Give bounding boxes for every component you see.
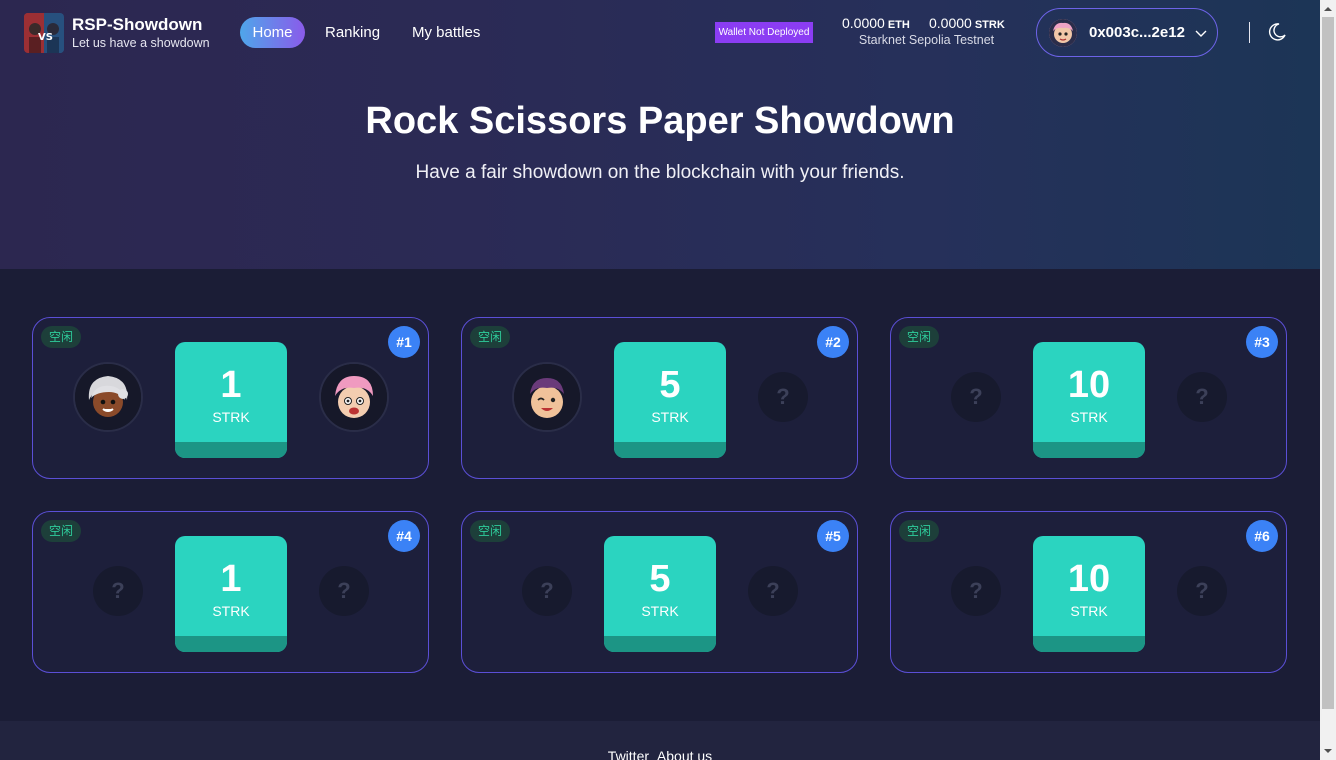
nav-divider	[1249, 22, 1250, 43]
empty-player-slot[interactable]: ?	[951, 566, 1001, 616]
stake-amount-tile[interactable]: 1 STRK	[175, 342, 287, 458]
room-number: #4	[388, 520, 420, 552]
logo-art: VS	[24, 13, 64, 53]
player-avatar-left[interactable]	[73, 362, 143, 432]
stake-tile-base	[614, 442, 726, 458]
room-number: #5	[817, 520, 849, 552]
scroll-up-arrow-icon[interactable]	[1323, 4, 1333, 14]
stake-amount: 5	[649, 558, 671, 600]
logo-image[interactable]: VS	[24, 13, 64, 53]
strk-balance: 0.0000 STRK	[929, 15, 1005, 31]
network-label: Starknet Sepolia Testnet	[858, 33, 995, 47]
rooms-section: 空闲 #1 1 STRK 空闲 #2 5 STRK ? 空闲 #3 ? 10 S…	[0, 269, 1320, 721]
scrollbar-thumb[interactable]	[1322, 17, 1334, 709]
stake-amount: 10	[1067, 558, 1111, 600]
room-number: #2	[817, 326, 849, 358]
wallet-status-badge: Wallet Not Deployed	[715, 22, 813, 43]
nav-ranking[interactable]: Ranking	[325, 17, 380, 48]
nav-home[interactable]: Home	[240, 17, 305, 48]
empty-player-slot[interactable]: ?	[1177, 372, 1227, 422]
stake-amount-tile[interactable]: 1 STRK	[175, 536, 287, 652]
brand-subtitle: Let us have a showdown	[72, 36, 210, 50]
avatar	[1049, 19, 1077, 47]
footer-links: Twitter About us	[0, 748, 1320, 760]
strk-unit: STRK	[974, 19, 1005, 31]
status-badge: 空闲	[470, 326, 511, 348]
empty-player-slot[interactable]: ?	[748, 566, 798, 616]
empty-player-slot[interactable]: ?	[319, 566, 369, 616]
room-number: #1	[388, 326, 420, 358]
eth-balance-value: 0.0000	[842, 15, 885, 31]
top-nav: VS RSP-Showdown Let us have a showdown H…	[0, 0, 1320, 66]
scroll-down-arrow-icon[interactable]	[1323, 746, 1333, 756]
stake-currency: STRK	[651, 409, 689, 425]
nav-my-battles[interactable]: My battles	[412, 17, 480, 48]
stake-amount: 1	[220, 364, 242, 406]
footer-link-about[interactable]: About us	[657, 748, 712, 760]
stake-tile-base	[1033, 442, 1145, 458]
svg-text:VS: VS	[38, 32, 53, 43]
stake-currency: STRK	[212, 603, 250, 619]
avatar-art	[1049, 19, 1077, 47]
empty-player-slot[interactable]: ?	[951, 372, 1001, 422]
footer-link-twitter[interactable]: Twitter	[608, 748, 649, 760]
player-pink-hair-avatar	[321, 364, 387, 430]
status-badge: 空闲	[899, 326, 940, 348]
stake-currency: STRK	[212, 409, 250, 425]
stake-amount: 10	[1067, 364, 1111, 406]
stake-amount-tile[interactable]: 10 STRK	[1033, 536, 1145, 652]
stake-tile-base	[175, 442, 287, 458]
stake-tile-base	[175, 636, 287, 652]
eth-balance: 0.0000 ETH	[842, 15, 910, 31]
stake-amount-tile[interactable]: 10 STRK	[1033, 342, 1145, 458]
stake-currency: STRK	[1070, 603, 1108, 619]
moon-icon[interactable]	[1266, 21, 1288, 43]
stake-amount: 5	[659, 364, 681, 406]
room-card-2[interactable]: 空闲 #2 5 STRK ?	[461, 317, 858, 479]
player-purple-hair-avatar	[514, 364, 580, 430]
stake-amount-tile[interactable]: 5 STRK	[614, 342, 726, 458]
chevron-down-icon	[1195, 30, 1207, 37]
player-avatar-right[interactable]	[319, 362, 389, 432]
status-badge: 空闲	[470, 520, 511, 542]
player-avatar-left[interactable]	[512, 362, 582, 432]
status-badge: 空闲	[41, 326, 82, 348]
room-number: #3	[1246, 326, 1278, 358]
account-button[interactable]: 0x003c...2e12	[1036, 8, 1218, 57]
stake-amount-tile[interactable]: 5 STRK	[604, 536, 716, 652]
empty-player-slot[interactable]: ?	[1177, 566, 1227, 616]
strk-balance-value: 0.0000	[929, 15, 972, 31]
empty-player-slot[interactable]: ?	[522, 566, 572, 616]
player-silver-hair-avatar	[75, 364, 141, 430]
stake-currency: STRK	[1070, 409, 1108, 425]
stake-amount: 1	[220, 558, 242, 600]
room-card-5[interactable]: 空闲 #5 ? 5 STRK ?	[461, 511, 858, 673]
hero-banner: VS RSP-Showdown Let us have a showdown H…	[0, 0, 1320, 269]
empty-player-slot[interactable]: ?	[758, 372, 808, 422]
room-number: #6	[1246, 520, 1278, 552]
hero-subtitle: Have a fair showdown on the blockchain w…	[415, 162, 905, 183]
room-card-6[interactable]: 空闲 #6 ? 10 STRK ?	[890, 511, 1287, 673]
stake-tile-base	[1033, 636, 1145, 652]
room-card-1[interactable]: 空闲 #1 1 STRK	[32, 317, 429, 479]
eth-unit: ETH	[887, 19, 910, 31]
status-badge: 空闲	[41, 520, 82, 542]
empty-player-slot[interactable]: ?	[93, 566, 143, 616]
brand-title[interactable]: RSP-Showdown	[72, 15, 202, 35]
footer: Twitter About us	[0, 721, 1320, 760]
room-card-3[interactable]: 空闲 #3 ? 10 STRK ?	[890, 317, 1287, 479]
account-address: 0x003c...2e12	[1089, 24, 1185, 41]
status-badge: 空闲	[899, 520, 940, 542]
hero-title: Rock Scissors Paper Showdown	[365, 100, 955, 142]
stake-tile-base	[604, 636, 716, 652]
stake-currency: STRK	[641, 603, 679, 619]
room-card-4[interactable]: 空闲 #4 ? 1 STRK ?	[32, 511, 429, 673]
